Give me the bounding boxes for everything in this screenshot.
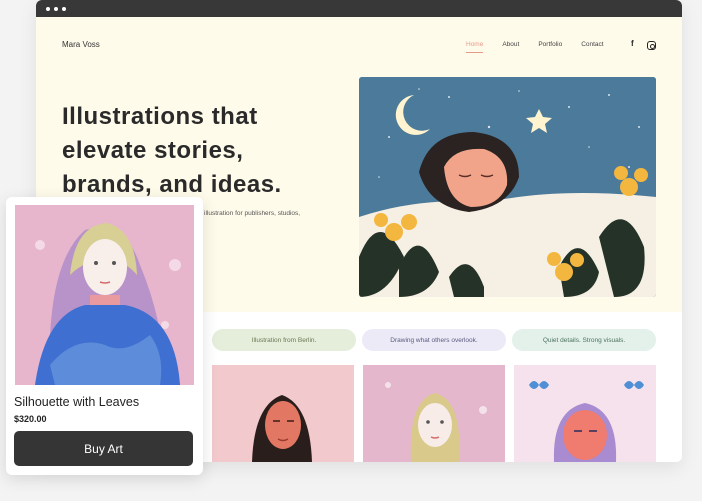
hero-subtext: illustration for publishers, studios, <box>204 210 301 217</box>
hero-headline-line: elevate stories, <box>62 137 244 164</box>
hero-headline-line: Illustrations that <box>62 103 258 130</box>
hero-headline-line: brands, and ideas. <box>62 171 282 198</box>
product-title: Silhouette with Leaves <box>14 395 140 409</box>
site-brand[interactable]: Mara Voss <box>62 40 100 49</box>
nav-portfolio[interactable]: Portfolio <box>538 41 562 48</box>
sleeping-figure-illustration <box>359 77 656 297</box>
hero-headline: Illustrations that elevate stories, bran… <box>62 100 352 202</box>
instagram-icon[interactable] <box>647 41 656 50</box>
nav-links: Home About Portfolio Contact <box>466 41 623 53</box>
silhouette-with-leaves-illustration <box>15 205 194 385</box>
site-header: Mara Voss Home About Portfolio Contact f <box>36 36 682 56</box>
tagline-pill: Quiet details. Strong visuals. <box>512 329 656 351</box>
window-dot[interactable] <box>54 6 58 11</box>
screenshot-stage: Mara Voss Home About Portfolio Contact f… <box>0 0 702 501</box>
portrait-dark-hair-illustration <box>212 365 354 462</box>
tagline-pill: Drawing what others overlook. <box>362 329 506 351</box>
nav-home[interactable]: Home <box>466 41 484 53</box>
product-price: $320.00 <box>14 414 47 424</box>
window-dot[interactable] <box>46 6 50 11</box>
portrait-butterflies-illustration <box>514 365 656 462</box>
window-dot[interactable] <box>62 6 66 11</box>
browser-title-bar <box>36 0 682 17</box>
product-card: Silhouette with Leaves $320.00 Buy Art <box>6 197 203 475</box>
buy-art-button[interactable]: Buy Art <box>14 431 193 466</box>
product-artwork[interactable] <box>15 205 194 385</box>
portrait-blonde-illustration <box>363 365 505 462</box>
facebook-icon[interactable]: f <box>631 39 634 48</box>
nav-about[interactable]: About <box>502 41 519 48</box>
artwork-thumbnail[interactable] <box>212 365 354 462</box>
artwork-thumbnail[interactable] <box>363 365 505 462</box>
tagline-pill: Illustration from Berlin. <box>212 329 356 351</box>
hero-illustration <box>359 77 656 297</box>
nav-contact[interactable]: Contact <box>581 41 603 48</box>
artwork-thumbnail[interactable] <box>514 365 656 462</box>
